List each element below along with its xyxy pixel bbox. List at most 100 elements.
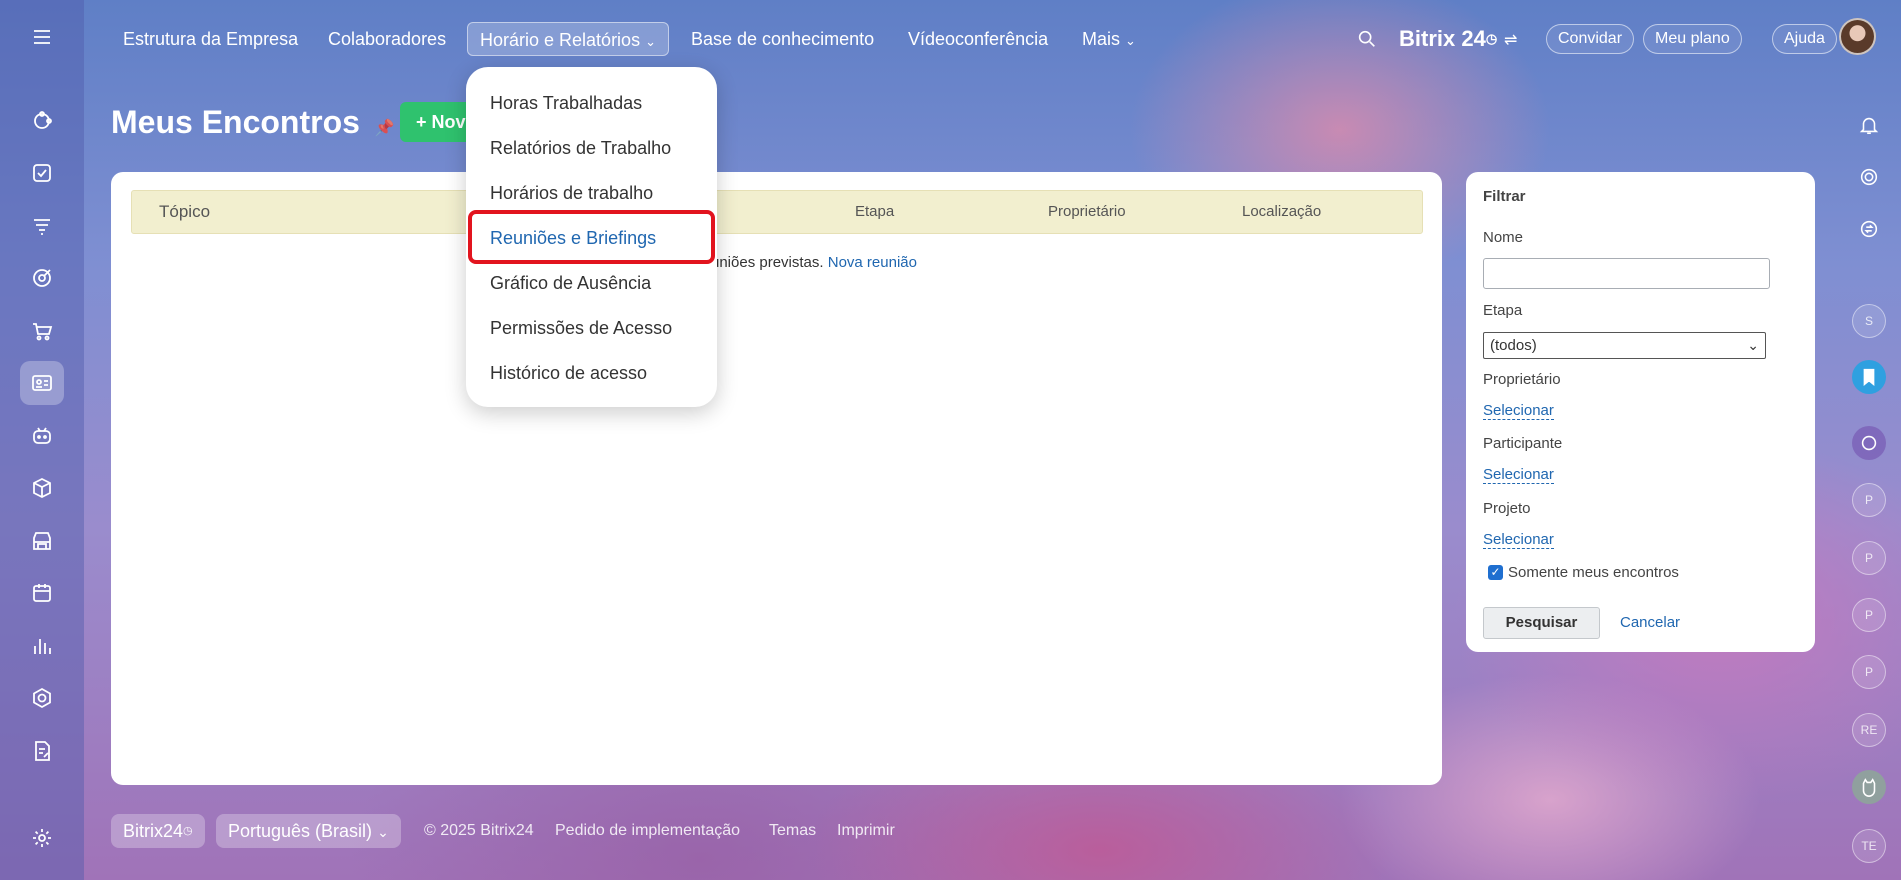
pin-icon[interactable]: 📌 [375, 120, 395, 137]
invite-button[interactable]: Convidar [1546, 24, 1635, 54]
participant-label: Participante [1483, 435, 1563, 452]
menu-item-grafico-ausencia[interactable]: Gráfico de Ausência [490, 273, 651, 294]
footer-link-imprimir[interactable]: Imprimir [837, 822, 895, 840]
copilot-icon[interactable] [20, 414, 64, 458]
contact-avatar[interactable]: S [1852, 304, 1886, 338]
menu-icon[interactable] [20, 15, 64, 59]
search-icon[interactable] [1356, 28, 1380, 52]
my-plan-button[interactable]: Meu plano [1643, 24, 1742, 54]
menu-item-horarios-trabalho[interactable]: Horários de trabalho [490, 183, 653, 204]
nav-horario-relatorios[interactable]: Horário e Relatórios ⌄ [467, 22, 669, 56]
language-label: Português (Brasil) [228, 821, 373, 841]
goals-icon[interactable] [20, 256, 64, 300]
employees-icon[interactable] [20, 361, 64, 405]
settings-gear-icon[interactable] [20, 816, 64, 860]
owner-label: Proprietário [1483, 371, 1561, 388]
table-header: Tópico Etapa Proprietário Localização [131, 190, 1423, 234]
nav-videoconferencia[interactable]: Vídeoconferência [908, 22, 1048, 56]
footer-link-implementacao[interactable]: Pedido de implementação [555, 822, 740, 840]
column-location[interactable]: Localização [1242, 203, 1321, 220]
right-sidebar: S P P P P RE TE [1835, 0, 1901, 880]
name-label: Nome [1483, 229, 1524, 246]
contact-avatar[interactable]: RE [1852, 713, 1886, 747]
chevron-down-icon: ⌄ [645, 34, 656, 49]
contact-initials: RE [1860, 723, 1878, 737]
menu-item-reunioes-briefings[interactable]: Reuniões e Briefings [490, 228, 656, 249]
search-button[interactable]: Pesquisar [1483, 607, 1600, 639]
contact-avatar[interactable]: P [1852, 541, 1886, 575]
horario-relatorios-dropdown: Horas Trabalhadas Relatórios de Trabalho… [466, 67, 717, 407]
sites-icon[interactable] [20, 676, 64, 720]
nav-base-conhecimento[interactable]: Base de conhecimento [691, 22, 874, 56]
filter-title: Filtrar [1483, 188, 1526, 205]
analytics-icon[interactable] [20, 624, 64, 668]
calendar-icon[interactable] [20, 571, 64, 615]
contact-initials: P [1864, 665, 1873, 679]
switch-icon[interactable]: ⇌ [1504, 30, 1517, 50]
contact-avatar[interactable]: P [1852, 655, 1886, 689]
copilot-spiral-icon[interactable] [1852, 160, 1886, 194]
bookmark-icon[interactable] [1852, 360, 1886, 394]
menu-item-relatorios-trabalho[interactable]: Relatórios de Trabalho [490, 138, 671, 159]
menu-item-historico-acesso[interactable]: Histórico de acesso [490, 363, 647, 384]
document-sign-icon[interactable] [20, 729, 64, 773]
stage-select[interactable]: (todos) ⌄ [1483, 332, 1766, 359]
contact-avatar[interactable]: P [1852, 598, 1886, 632]
channel-avatar[interactable] [1852, 426, 1886, 460]
clock-icon: ◷ [1485, 31, 1498, 46]
contact-initials: P [1864, 551, 1873, 565]
only-mine-checkbox[interactable]: ✓ [1488, 565, 1503, 580]
name-input[interactable] [1483, 258, 1770, 289]
contact-initials: S [1864, 314, 1873, 328]
cancel-link[interactable]: Cancelar [1620, 614, 1680, 631]
cat-avatar[interactable] [1852, 770, 1886, 804]
help-button[interactable]: Ajuda [1772, 24, 1837, 54]
nav-mais-label: Mais [1082, 29, 1121, 49]
brand-text: Bitrix 24 [1399, 26, 1486, 51]
column-stage[interactable]: Etapa [855, 203, 894, 220]
contact-avatar[interactable]: TE [1852, 829, 1886, 863]
page-title-text: Meus Encontros [111, 104, 360, 140]
participant-select-link[interactable]: Selecionar [1483, 466, 1554, 484]
notifications-bell-icon[interactable] [1852, 108, 1886, 142]
footer-copyright: © 2025 Bitrix24 [424, 822, 534, 839]
filter-panel: Filtrar Nome Etapa (todos) ⌄ Proprietári… [1466, 172, 1815, 652]
new-meeting-link[interactable]: Nova reunião [828, 254, 917, 271]
brand-logo[interactable]: Bitrix 24◷ [1399, 22, 1497, 56]
nav-horario-label: Horário e Relatórios [480, 30, 641, 50]
crm-funnel-icon[interactable] [20, 204, 64, 248]
tasks-icon[interactable] [20, 151, 64, 195]
column-topic[interactable]: Tópico [159, 202, 210, 222]
chat-sync-icon[interactable] [1852, 212, 1886, 246]
nav-colaboradores[interactable]: Colaboradores [328, 22, 446, 56]
only-mine-label: Somente meus encontros [1508, 564, 1679, 581]
language-selector[interactable]: Português (Brasil) ⌄ [216, 814, 401, 848]
contact-initials: P [1864, 493, 1873, 507]
empty-table-message: uniões previstas. Nova reunião [711, 254, 917, 271]
column-owner[interactable]: Proprietário [1048, 203, 1126, 220]
feed-icon[interactable] [20, 99, 64, 143]
nav-estrutura[interactable]: Estrutura da Empresa [123, 22, 298, 56]
chevron-down-icon: ⌄ [377, 824, 389, 840]
chevron-down-icon: ⌄ [1125, 33, 1136, 48]
owner-select-link[interactable]: Selecionar [1483, 402, 1554, 420]
contact-initials: P [1864, 608, 1873, 622]
empty-text: uniões previstas. [711, 254, 824, 271]
footer-link-temas[interactable]: Temas [769, 822, 816, 840]
meetings-list-card: Tópico Etapa Proprietário Localização un… [111, 172, 1442, 785]
cart-icon[interactable] [20, 309, 64, 353]
clock-icon: ◷ [183, 825, 193, 837]
menu-item-horas-trabalhadas[interactable]: Horas Trabalhadas [490, 93, 642, 114]
footer-brand-button[interactable]: Bitrix24◷ [111, 814, 205, 848]
stage-label: Etapa [1483, 302, 1523, 319]
store-icon[interactable] [20, 519, 64, 563]
box-icon[interactable] [20, 466, 64, 510]
project-select-link[interactable]: Selecionar [1483, 531, 1554, 549]
page-title: Meus Encontros 📌 [111, 104, 395, 141]
nav-mais[interactable]: Mais ⌄ [1082, 22, 1136, 56]
contact-avatar[interactable]: P [1852, 483, 1886, 517]
stage-select-value: (todos) [1490, 337, 1537, 354]
footer-brand-text: Bitrix24 [123, 821, 184, 841]
project-label: Projeto [1483, 500, 1531, 517]
menu-item-permissoes-acesso[interactable]: Permissões de Acesso [490, 318, 672, 339]
